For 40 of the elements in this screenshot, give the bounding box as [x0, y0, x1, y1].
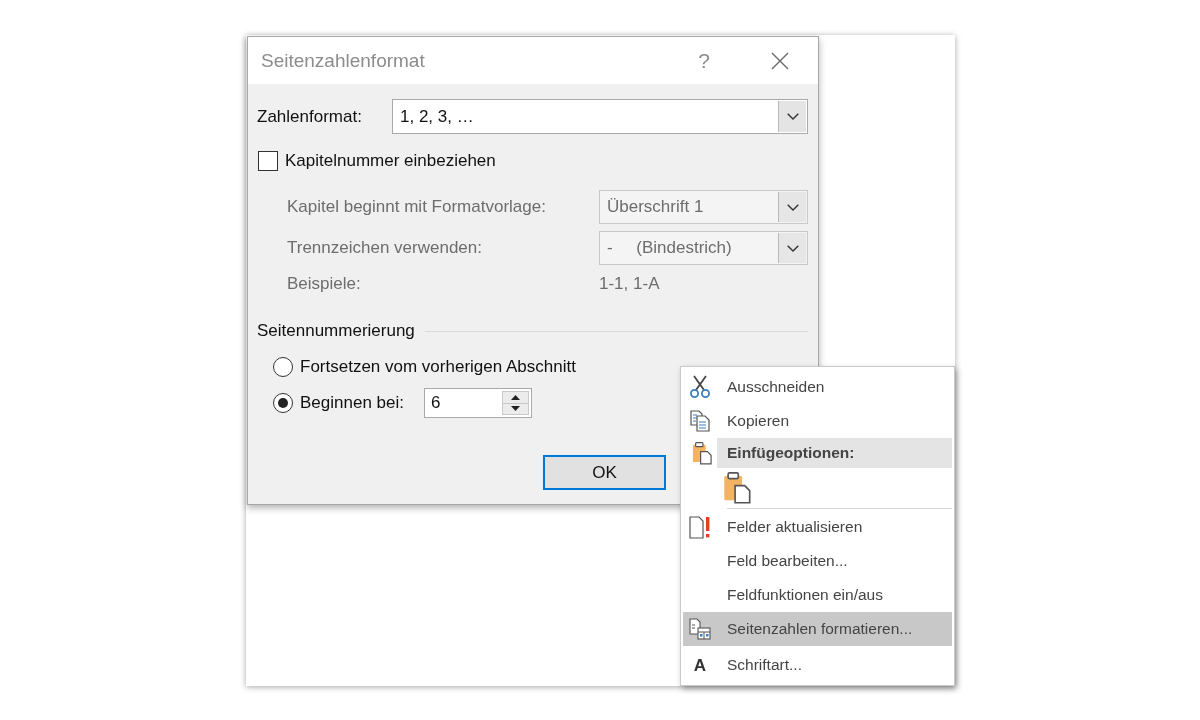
field-label: Zahlenformat:: [257, 106, 363, 127]
field-label: Trennzeichen verwenden:: [287, 238, 483, 258]
radio-button[interactable]: [273, 393, 293, 413]
clipboard-icon: [723, 470, 751, 504]
checkbox[interactable]: [258, 151, 278, 171]
copy-icon: [690, 410, 710, 432]
menu-item[interactable]: A Schriftart...: [683, 648, 952, 682]
close-icon: [771, 51, 789, 70]
close-button[interactable]: [771, 51, 789, 70]
menu-item[interactable]: Kopieren: [683, 404, 952, 438]
paste-option-button[interactable]: [723, 470, 751, 504]
scissors-icon: [689, 375, 711, 399]
page-grid-icon: [689, 618, 711, 640]
field-label: Kapitel beginnt mit Formatvorlage:: [287, 197, 547, 217]
menu-item[interactable]: Feldfunktionen ein/aus: [683, 578, 952, 612]
chevron-down-icon: [786, 113, 799, 120]
number-field[interactable]: 6: [424, 388, 532, 418]
chevron-down-icon: [786, 203, 799, 211]
spin-up-button[interactable]: [503, 392, 528, 403]
page-exclamation-icon: [689, 515, 711, 539]
menu-item[interactable]: Seitenzahlen formatieren...: [683, 612, 952, 646]
menu-item[interactable]: Feld bearbeiten...: [683, 544, 952, 578]
dialog-title: Seitenzahlenformat: [261, 49, 426, 72]
radio-button[interactable]: [273, 357, 293, 377]
menu-heading: Einfügeoptionen:: [717, 438, 952, 468]
menu-item[interactable]: Felder aktualisieren: [683, 510, 952, 544]
triangle-down-icon: [511, 406, 520, 412]
dropdown[interactable]: 1, 2, 3, …: [392, 99, 808, 134]
font-icon: A: [693, 656, 707, 674]
section-heading: Seitennummerierung: [257, 321, 415, 341]
field-label: Beispiele:: [287, 274, 362, 294]
menu-item[interactable]: Ausschneiden: [683, 370, 952, 404]
clipboard-icon: [692, 441, 712, 465]
triangle-up-icon: [511, 394, 520, 400]
checkbox-label: Kapitelnummer einbeziehen: [285, 151, 496, 171]
chevron-down-icon: [786, 244, 799, 252]
ok-button[interactable]: OK: [543, 455, 666, 490]
radio-label: Fortsetzen vom vorherigen Abschnitt: [300, 357, 576, 377]
example-text: 1-1, 1-A: [599, 274, 660, 294]
radio-label: Beginnen bei:: [300, 393, 404, 413]
